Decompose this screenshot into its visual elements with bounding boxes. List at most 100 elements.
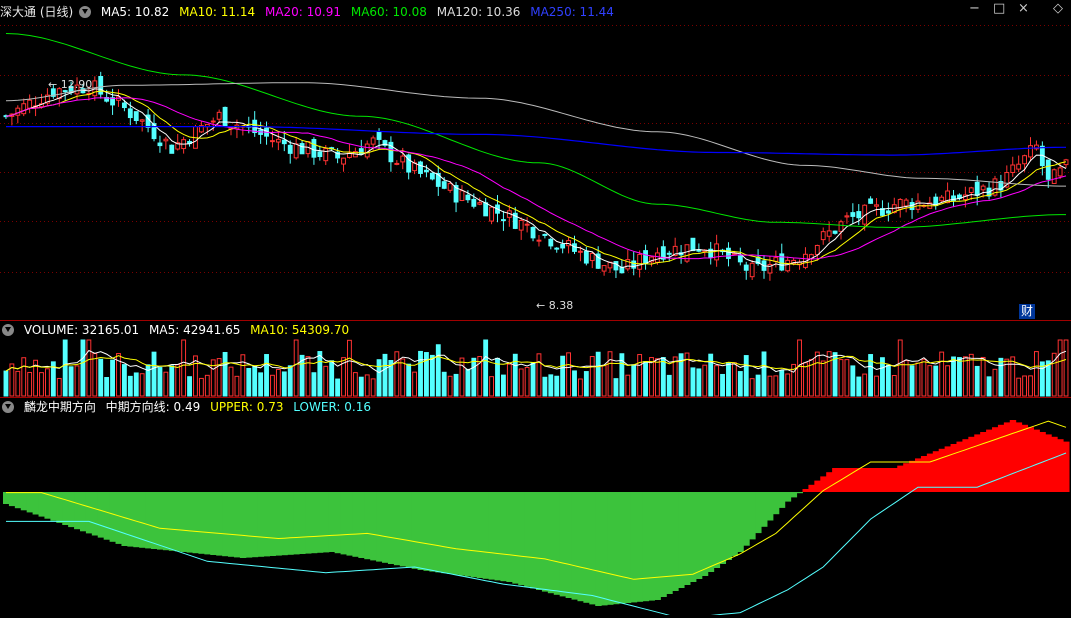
bear-bar [701, 492, 709, 576]
minimize-icon[interactable]: − [969, 2, 980, 16]
bear-bar [328, 492, 336, 552]
bear-bar [370, 492, 377, 561]
candle-up [589, 252, 595, 262]
bear-bar [56, 492, 63, 523]
volume-bar-down [98, 358, 104, 397]
bull-bar [879, 468, 886, 492]
bull-bar [903, 463, 910, 492]
volume-bar-down [358, 376, 364, 397]
ma20-line [5, 97, 1067, 260]
bear-bar [382, 492, 389, 563]
volume-bar-up [1057, 339, 1063, 397]
bear-bar [571, 492, 578, 600]
candle-down [133, 111, 139, 121]
low-price-label: ← 8.38 [536, 299, 573, 312]
volume-header: VOLUME: 32165.01 MA5: 42941.65 MA10: 543… [0, 321, 355, 339]
candle-up [1028, 145, 1033, 158]
volume-bar-up [400, 358, 406, 397]
bear-bar [269, 492, 276, 556]
candle-down [222, 106, 228, 128]
bear-bar [790, 492, 798, 498]
volume-bar-up [92, 353, 98, 397]
candle-up [394, 162, 400, 165]
volume-bar-down [222, 351, 228, 397]
volume-bar-up [370, 378, 376, 397]
indicator-area [3, 420, 1070, 618]
volume-dropdown-icon[interactable] [2, 323, 14, 336]
bear-bar [725, 492, 732, 560]
bear-bar [755, 492, 762, 534]
volume-bar-down [311, 372, 317, 397]
bear-bar [559, 492, 567, 597]
volume-bar-up [234, 375, 240, 397]
volume-bar-up [767, 375, 773, 397]
bear-bar [121, 492, 128, 546]
bull-bar [932, 451, 940, 492]
volume-bar-up [352, 372, 358, 397]
candle-down [554, 247, 560, 250]
bear-bar [423, 492, 430, 571]
volume-bar-up [826, 351, 832, 397]
indicator-dropdown-icon[interactable] [2, 400, 14, 413]
candlesticks [3, 71, 1069, 281]
candle-down [471, 198, 477, 207]
bear-bar [565, 492, 573, 598]
volume-bar-down [133, 372, 139, 397]
chart-stage[interactable]: ← 12.90 ← 8.38 [0, 0, 1071, 618]
volume-bar-down [856, 376, 862, 397]
candle-down [850, 212, 856, 217]
volume-bar-down [104, 377, 110, 397]
bear-bar [737, 492, 744, 552]
volume-bar-down [281, 371, 287, 397]
bull-bar [843, 468, 851, 492]
bear-bar [376, 492, 383, 562]
volume-bar-up [524, 366, 530, 397]
candle-down [418, 161, 423, 174]
volume-bar-down [376, 359, 382, 397]
bear-bar [38, 492, 45, 517]
stock-title[interactable]: 深大通 (日线) [0, 5, 73, 19]
volume-bar-down [696, 368, 702, 397]
volume-bar-up [1063, 339, 1069, 397]
diamond-icon[interactable]: ◇ [1053, 2, 1063, 16]
volume-bar-up [649, 357, 654, 397]
volume-bar-up [803, 362, 808, 397]
finance-badge[interactable]: 财 [1019, 304, 1036, 319]
bull-bar [1063, 441, 1070, 492]
bear-bar [595, 492, 602, 606]
candle-down [856, 211, 862, 219]
volume-bar-up [945, 365, 951, 397]
candle-up [400, 155, 406, 163]
bear-bar [145, 492, 152, 549]
bull-bar [944, 446, 952, 492]
bear-bar [666, 492, 673, 594]
dropdown-icon[interactable] [79, 5, 92, 18]
candle-up [139, 119, 145, 122]
restore-icon[interactable]: □ [993, 2, 1005, 16]
volume-bar-up [731, 362, 737, 397]
candle-down [317, 151, 323, 158]
candle-down [974, 181, 980, 196]
candle-up [447, 183, 453, 191]
bear-bar [186, 492, 194, 553]
volume-bar-down [424, 352, 429, 397]
bear-bar [109, 492, 117, 542]
volume-bar-up [891, 375, 897, 397]
bull-bar [855, 468, 863, 492]
bull-bar [861, 468, 869, 492]
bear-bar [731, 492, 738, 556]
candle-up [814, 244, 820, 256]
bear-bar [97, 492, 105, 538]
bear-bar [476, 492, 484, 578]
volume-bar-down [110, 359, 115, 397]
chart-canvas[interactable]: ← 12.90 ← 8.38 [0, 0, 1071, 618]
bear-bar [524, 492, 531, 587]
bear-bar [20, 492, 28, 511]
candle-up [785, 259, 791, 272]
candle-up [637, 253, 643, 270]
bear-bar [778, 492, 786, 508]
volume-bar-up [74, 365, 80, 397]
candle-up [1022, 155, 1028, 165]
volume-bar-up [589, 356, 595, 397]
close-icon[interactable]: × [1018, 2, 1029, 16]
